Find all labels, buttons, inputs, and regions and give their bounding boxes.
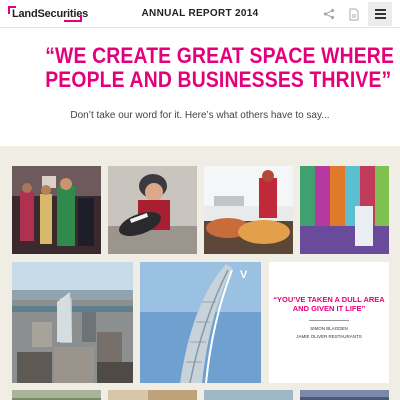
hero-quote-line: “WE CREATE GREAT SPACE WHERE: [45, 43, 395, 68]
testimonial-author: SIMON BLAGDEN: [310, 326, 348, 331]
testimonial-quote-line: AND GIVEN IT LIFE”: [292, 304, 366, 313]
hero-quote: “WE CREATE GREAT SPACE WHERE PEOPLE AND …: [45, 43, 395, 92]
photo-tile-row3-4[interactable]: [300, 390, 389, 400]
menu-icon: [374, 17, 386, 19]
hero-quote-line: PEOPLE AND BUSINESSES THRIVE”: [45, 67, 392, 92]
photo-tile-row3-1[interactable]: [12, 390, 101, 400]
photo-tile-spinnaker-tower[interactable]: V: [140, 262, 261, 383]
photo-tile-food-market[interactable]: [204, 166, 293, 254]
testimonial-quote: “YOU’VE TAKEN A DULL AREA AND GIVEN IT L…: [269, 295, 389, 313]
hero-subtitle: Don’t take our word for it. Here’s what …: [70, 110, 330, 121]
menu-button[interactable]: [368, 2, 392, 26]
testimonial-quote-line: “YOU’VE TAKEN A DULL AREA: [273, 295, 385, 304]
testimonial-card[interactable]: “YOU’VE TAKEN A DULL AREA AND GIVEN IT L…: [269, 262, 389, 383]
photo-gallery: V “YOU’VE TAKEN A DULL AREA AND GIVEN IT…: [0, 146, 400, 400]
document-icon[interactable]: [346, 6, 362, 22]
svg-text:V: V: [240, 269, 248, 281]
photo-tile-performers[interactable]: [12, 166, 101, 254]
menu-icon: [374, 13, 386, 15]
top-bar: LandSecurities ANNUAL REPORT 2014: [0, 0, 400, 28]
photo-tile-london-skyline[interactable]: [12, 262, 133, 383]
report-title: ANNUAL REPORT 2014: [141, 8, 259, 19]
hero-section: “WE CREATE GREAT SPACE WHERE PEOPLE AND …: [0, 28, 400, 146]
testimonial-divider: [309, 320, 349, 321]
photo-tile-skater[interactable]: [108, 166, 197, 254]
photo-tile-colourful-hall[interactable]: [300, 166, 389, 254]
photo-tile-row3-2[interactable]: [108, 390, 197, 400]
menu-icon: [374, 9, 386, 11]
testimonial-organisation: JAMIE OLIVER RESTAURANTS: [296, 334, 362, 339]
photo-tile-row3-3[interactable]: [204, 390, 293, 400]
vine-icon: V: [240, 269, 248, 281]
share-icon[interactable]: [321, 6, 337, 22]
